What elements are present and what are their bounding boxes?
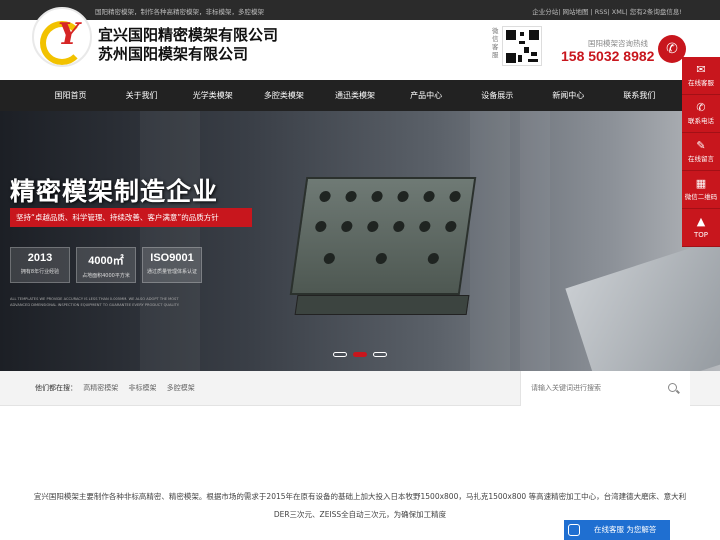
side-item[interactable]: ✆ 联系电话 [682, 95, 720, 133]
nav-item[interactable]: 多腔类模架 [248, 80, 319, 111]
chat-icon [568, 524, 580, 536]
banner-stat-desc: 占地面积4000平方米 [82, 273, 130, 279]
phone-icon: ✆ [696, 101, 706, 114]
banner-stat: 4000㎡占地面积4000平方米 [76, 247, 136, 283]
online-chat-button[interactable]: 在线客服 为您解答 [564, 520, 670, 540]
top-bar: 国阳精密模架，制作各种高精密模架，非标模架，多腔模架 企业分站| 网站地图 | … [0, 0, 720, 20]
slider-dot[interactable] [373, 352, 387, 357]
company-intro: 宜兴国阳模架主要制作各种非标高精密、精密模架。根据市场的需求于2015年在原有设… [33, 492, 687, 519]
chat-label: 在线客服 为您解答 [594, 525, 657, 534]
side-item-label: 微信二维码 [684, 193, 718, 201]
banner-stat-desc: 拥有8年行业经验 [20, 269, 60, 275]
hot-search-bar: 他们都在搜： 高精密模架 非标模架 多腔模架 [0, 371, 720, 406]
banner-small-text: ALL TEMPLATES WE PROVIDE ACCURACY IS LES… [10, 297, 180, 307]
slider-dot[interactable] [353, 352, 367, 357]
arrow-up-icon: ▲ [696, 215, 706, 228]
page: 国阳精密模架，制作各种高精密模架，非标模架，多腔模架 企业分站| 网站地图 | … [0, 0, 720, 540]
company-name-line2: 苏州国阳模架有限公司 [98, 45, 249, 63]
banner-title: 精密模架制造企业 [10, 177, 219, 206]
hot-search-label: 他们都在搜： [35, 384, 77, 392]
search-input[interactable] [531, 381, 661, 395]
nav-item[interactable]: 产品中心 [391, 80, 462, 111]
side-item-label: 在线客服 [688, 79, 714, 87]
hot-search-link[interactable]: 非标模架 [128, 384, 156, 392]
company-logo[interactable]: Y [32, 7, 92, 67]
qr-label: 微信客服 [492, 27, 499, 59]
side-item-label: TOP [693, 231, 708, 239]
banner-stat-number: ISO9001 [150, 252, 194, 264]
top-bar-links[interactable]: 企业分站| 网站地图 | RSS| XML| 您有2条询盘信息! [532, 6, 682, 16]
side-item[interactable]: ▲ TOP [682, 209, 720, 247]
side-item[interactable]: ✎ 在线留言 [682, 133, 720, 171]
nav-item[interactable]: 关于我们 [106, 80, 177, 111]
top-bar-tagline: 国阳精密模架，制作各种高精密模架，非标模架，多腔模架 [95, 8, 264, 16]
side-item[interactable]: ✉ 在线客服 [682, 57, 720, 95]
nav-item[interactable]: 联系我们 [604, 80, 675, 111]
banner-stat-desc: 通过质量管理体系认证 [146, 269, 197, 275]
qrcode-icon: ▦ [695, 177, 707, 190]
side-float-bar: ✉ 在线客服 ✆ 联系电话 ✎ 在线留言 ▦ 微信二维码 ▲ TOP [682, 57, 720, 247]
banner-stat-number: 2013 [27, 252, 53, 264]
company-name: 宜兴国阳精密模架有限公司 苏州国阳模架有限公司 [98, 26, 278, 64]
mold-base-image [289, 177, 477, 295]
main-nav: 国阳首页 关于我们 光学类模架 多腔类模架 通迅类模架 产品中心 设备展示 新闻中心 联系我们 [0, 80, 720, 111]
search-box [520, 371, 690, 406]
wechat-qrcode-icon [502, 26, 542, 66]
nav-item[interactable]: 设备展示 [462, 80, 533, 111]
mold-base-plate [294, 295, 470, 315]
hotline-number[interactable]: 158 5032 8982 [561, 48, 654, 64]
slider-dots [333, 352, 387, 357]
nav-item[interactable]: 国阳首页 [35, 80, 106, 111]
logo-mark-icon: Y [58, 17, 80, 52]
hot-search: 他们都在搜： 高精密模架 非标模架 多腔模架 [35, 383, 203, 393]
banner-metal-plate [565, 239, 720, 371]
search-icon[interactable] [668, 383, 677, 392]
header: Y 宜兴国阳精密模架有限公司 苏州国阳模架有限公司 微信客服 国阳模架咨询热线 … [0, 7, 720, 80]
nav-item[interactable]: 通迅类模架 [319, 80, 390, 111]
banner-stat: ISO9001 通过质量管理体系认证 [142, 247, 202, 283]
banner-stat: 2013 拥有8年行业经验 [10, 247, 70, 283]
message-icon: ✎ [696, 139, 706, 152]
banner-slogan: 坚持“卓越品质、科学管理、持续改善、客户满意”的品质方针 [10, 208, 252, 227]
hero-banner: 精密模架制造企业 坚持“卓越品质、科学管理、持续改善、客户满意”的品质方针 20… [0, 111, 720, 371]
hot-search-link[interactable]: 多腔模架 [167, 384, 195, 392]
side-item-label: 联系电话 [688, 117, 714, 125]
nav-item[interactable]: 新闻中心 [533, 80, 604, 111]
chat-icon: ✉ [696, 63, 706, 76]
slider-dot[interactable] [333, 352, 347, 357]
side-item-label: 在线留言 [688, 155, 714, 163]
banner-stat-number: 4000㎡ [88, 255, 124, 267]
nav-item[interactable]: 光学类模架 [177, 80, 248, 111]
side-item[interactable]: ▦ 微信二维码 [682, 171, 720, 209]
hot-search-link[interactable]: 高精密模架 [83, 384, 118, 392]
company-name-line1: 宜兴国阳精密模架有限公司 [98, 26, 279, 44]
